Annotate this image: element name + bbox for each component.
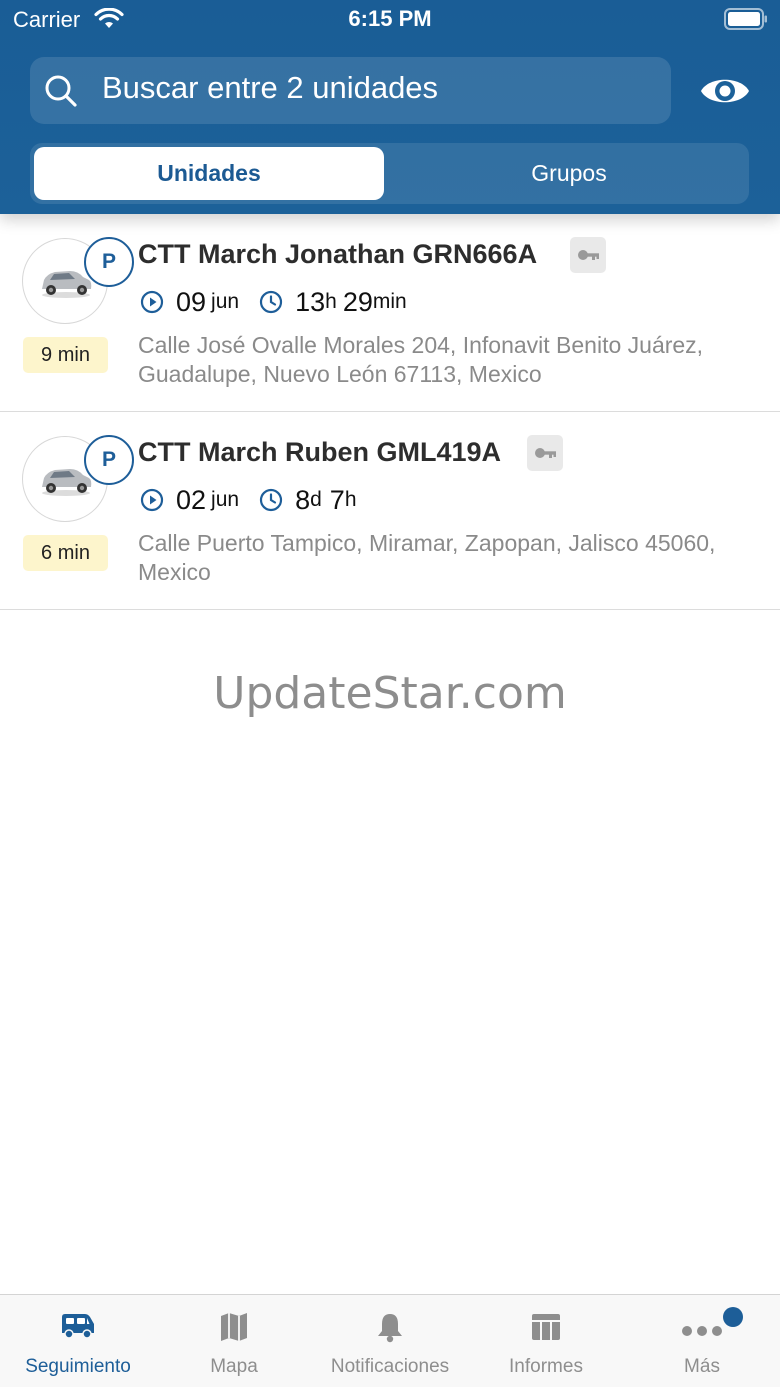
tab-informes[interactable]: Informes [468, 1295, 624, 1387]
tab-mas-label: Más [684, 1356, 720, 1377]
list-item[interactable]: P CTT March Ruben GML419A 02 jun 8 d 7 h… [0, 412, 780, 610]
bell-icon [378, 1314, 402, 1343]
date-month: jun [211, 290, 240, 313]
key-badge [570, 237, 606, 273]
parked-badge: P [84, 237, 134, 287]
unit-meta: 09 jun 13 h 29 min [140, 284, 407, 320]
eye-icon[interactable] [699, 71, 751, 111]
duration-hours: 13 [295, 286, 326, 317]
search-icon [45, 75, 77, 107]
unit-name: CTT March Ruben GML419A [138, 437, 502, 467]
duration-days-unit: d [310, 488, 322, 511]
header: Carrier 6:15 PM Buscar entre 2 unidades [0, 0, 780, 214]
parked-badge: P [84, 435, 134, 485]
van-icon [62, 1314, 94, 1339]
unit-meta: 02 jun 8 d 7 h [140, 482, 357, 518]
duration-hours-unit: h [344, 488, 357, 511]
key-badge [527, 435, 563, 471]
date-day: 09 [176, 286, 207, 317]
tab-mas[interactable]: Más [624, 1295, 780, 1387]
clock-icon [259, 488, 283, 512]
map-icon [221, 1313, 247, 1341]
tab-bar: Seguimiento Mapa Notificaciones Informes… [0, 1294, 780, 1387]
search-placeholder: Buscar entre 2 unidades [102, 70, 439, 105]
key-icon [535, 448, 556, 458]
tab-mapa-label: Mapa [210, 1356, 258, 1377]
duration-hours: 7 [329, 484, 345, 515]
screen: Carrier 6:15 PM Buscar entre 2 unidades [0, 0, 780, 1387]
unit-address: Calle José Ovalle Morales 204, Infonavit… [138, 332, 704, 387]
play-circle-icon [140, 488, 164, 512]
tab-seguimiento[interactable]: Seguimiento [0, 1295, 156, 1387]
last-update-badge: 9 min [23, 337, 108, 373]
clock-label: 6:15 PM [348, 6, 432, 31]
status-bar: Carrier 6:15 PM [0, 0, 780, 40]
notification-dot [723, 1307, 743, 1327]
battery-icon [724, 8, 767, 30]
tab-notificaciones[interactable]: Notificaciones [312, 1295, 468, 1387]
unit-address: Calle Puerto Tampico, Miramar, Zapopan, … [138, 530, 716, 585]
unit-name: CTT March Jonathan GRN666A [138, 239, 538, 269]
table-icon [532, 1314, 560, 1340]
watermark: UpdateStar.com [213, 668, 567, 719]
tab-grupos[interactable]: Grupos [388, 147, 750, 200]
duration-minutes-unit: min [372, 290, 407, 313]
duration-days: 8 [295, 484, 311, 515]
tab-informes-label: Informes [509, 1356, 583, 1377]
duration-hours-unit: h [325, 290, 337, 313]
play-circle-icon [140, 290, 164, 314]
tab-seguimiento-label: Seguimiento [25, 1356, 131, 1377]
date-day: 02 [176, 484, 207, 515]
list-item[interactable]: P CTT March Jonathan GRN666A 09 jun 13 h… [0, 214, 780, 412]
clock-icon [259, 290, 283, 314]
last-update-badge: 6 min [23, 535, 108, 571]
more-icon [682, 1326, 722, 1336]
tab-mapa[interactable]: Mapa [156, 1295, 312, 1387]
tab-notificaciones-label: Notificaciones [330, 1356, 450, 1377]
key-icon [578, 250, 599, 260]
duration-minutes: 29 [342, 286, 373, 317]
date-month: jun [211, 488, 240, 511]
tab-unidades-label: Unidades [157, 160, 261, 186]
